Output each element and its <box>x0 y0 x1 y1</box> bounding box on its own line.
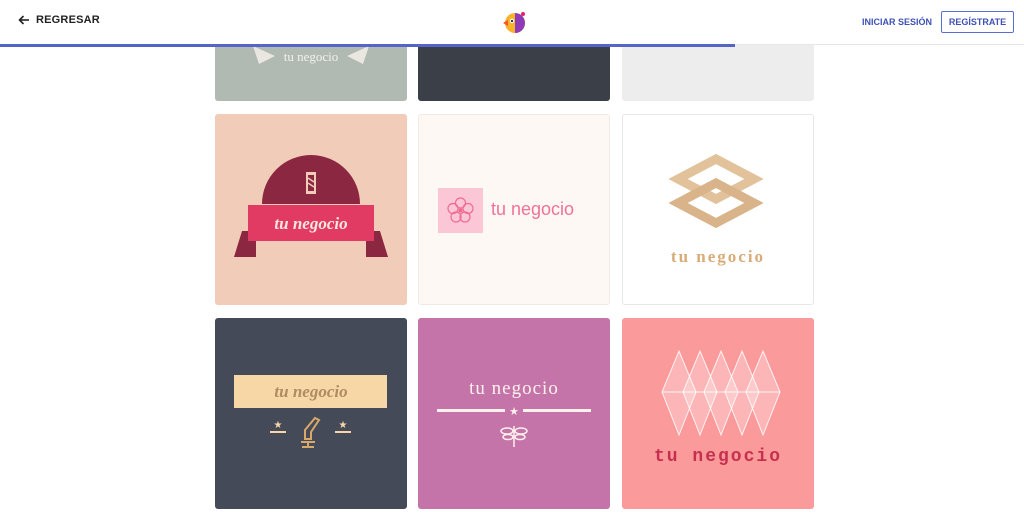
signin-link[interactable]: INICIAR SESIÓN <box>862 17 932 27</box>
logo-grid: tu negocio tu negocio tu negocio tu nego… <box>0 0 1024 518</box>
top-bar: REGRESAR INICIAR SESIÓN REGÍSTRATE <box>0 0 1024 45</box>
logo-card[interactable]: tu negocio <box>622 114 814 305</box>
back-button[interactable]: REGRESAR <box>18 14 100 26</box>
logo-text: tu negocio <box>274 382 347 401</box>
logo-text: tu negocio <box>671 247 765 266</box>
register-button[interactable]: REGÍSTRATE <box>941 11 1014 33</box>
logo-text: tu negocio <box>491 199 574 219</box>
logo-text: tu negocio <box>284 49 339 64</box>
back-label: REGRESAR <box>36 14 100 26</box>
logo-card[interactable]: tu negocio <box>622 318 814 509</box>
logo-preview: tu negocio <box>654 349 782 467</box>
logo-card[interactable]: tu negocio <box>215 114 407 305</box>
logo-card[interactable]: tu negocio ★ <box>418 318 610 509</box>
logo-text: tu negocio <box>469 378 559 399</box>
logo-text: tu negocio <box>654 447 782 467</box>
logo-preview: tu negocio <box>234 155 388 257</box>
svg-text:★: ★ <box>274 420 283 431</box>
logo-preview: tu negocio ★ <box>437 378 591 447</box>
logo-preview: tu negocio <box>668 153 765 266</box>
logo-text: tu negocio <box>274 214 347 233</box>
parrot-logo-icon[interactable] <box>502 10 528 34</box>
logo-card[interactable]: tu negocio ★ ★ <box>215 318 407 509</box>
logo-preview: tu negocio ★ ★ <box>234 375 387 448</box>
svg-text:★: ★ <box>339 420 348 431</box>
progress-bar <box>0 44 735 47</box>
svg-text:★: ★ <box>509 406 519 418</box>
logo-card[interactable]: tu negocio <box>418 114 610 305</box>
arrow-left-icon <box>18 15 29 25</box>
logo-preview: tu negocio <box>438 188 574 233</box>
